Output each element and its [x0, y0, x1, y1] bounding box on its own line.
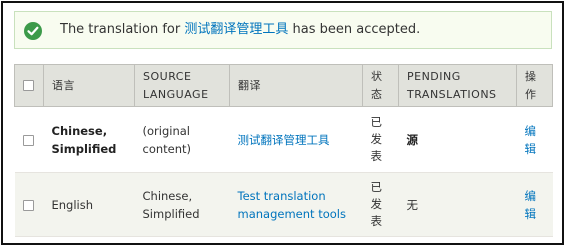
- header-source-language: SOURCE LANGUAGE: [134, 64, 230, 107]
- row-translation-cell: 测试翻译管理工具: [229, 106, 363, 173]
- header-language: 语言: [43, 64, 135, 107]
- row-language: English: [43, 172, 135, 237]
- header-status: 状态: [362, 64, 399, 107]
- check-icon: [24, 22, 42, 40]
- translation-title-link[interactable]: 测试翻译管理工具: [184, 22, 288, 37]
- table-row: Chinese, Simplified (original content) 测…: [14, 106, 553, 173]
- edit-link[interactable]: 编辑: [525, 189, 537, 221]
- edit-link[interactable]: 编辑: [525, 124, 537, 156]
- row-select[interactable]: [14, 106, 44, 173]
- header-translation: 翻译: [229, 64, 363, 107]
- row-status: 已发表: [362, 172, 399, 237]
- row-operations-cell: 编辑: [516, 106, 553, 173]
- header-operations: 操作: [516, 64, 553, 107]
- message-prefix: The translation for: [60, 22, 185, 37]
- row-language: Chinese, Simplified: [43, 106, 135, 173]
- row-source-language: Chinese, Simplified: [134, 172, 230, 237]
- select-all-checkbox[interactable]: [23, 80, 34, 91]
- row-status: 已发表: [362, 106, 399, 173]
- message-suffix: has been accepted.: [288, 22, 421, 37]
- row-checkbox[interactable]: [22, 199, 34, 211]
- row-select[interactable]: [14, 172, 44, 237]
- row-translation-link[interactable]: Test translation management tools: [238, 189, 346, 221]
- header-select-all[interactable]: [14, 64, 44, 107]
- translations-table: 语言 SOURCE LANGUAGE 翻译 状态 PENDING TRANSLA…: [14, 64, 553, 237]
- status-message: The translation for 测试翻译管理工具 has been ac…: [14, 11, 552, 49]
- table-row: English Chinese, Simplified Test transla…: [14, 172, 553, 237]
- row-operations-cell: 编辑: [516, 172, 553, 237]
- table-header-row: 语言 SOURCE LANGUAGE 翻译 状态 PENDING TRANSLA…: [14, 64, 553, 107]
- row-pending: 源: [398, 106, 517, 173]
- row-source-language: (original content): [134, 106, 230, 173]
- row-translation-cell: Test translation management tools: [229, 172, 363, 237]
- status-message-text: The translation for 测试翻译管理工具 has been ac…: [60, 12, 420, 48]
- content-frame: The translation for 测试翻译管理工具 has been ac…: [1, 1, 564, 245]
- row-checkbox[interactable]: [22, 134, 34, 146]
- row-translation-link[interactable]: 测试翻译管理工具: [238, 133, 330, 147]
- header-pending-translations: PENDING TRANSLATIONS: [398, 64, 517, 107]
- row-pending: 无: [398, 172, 517, 237]
